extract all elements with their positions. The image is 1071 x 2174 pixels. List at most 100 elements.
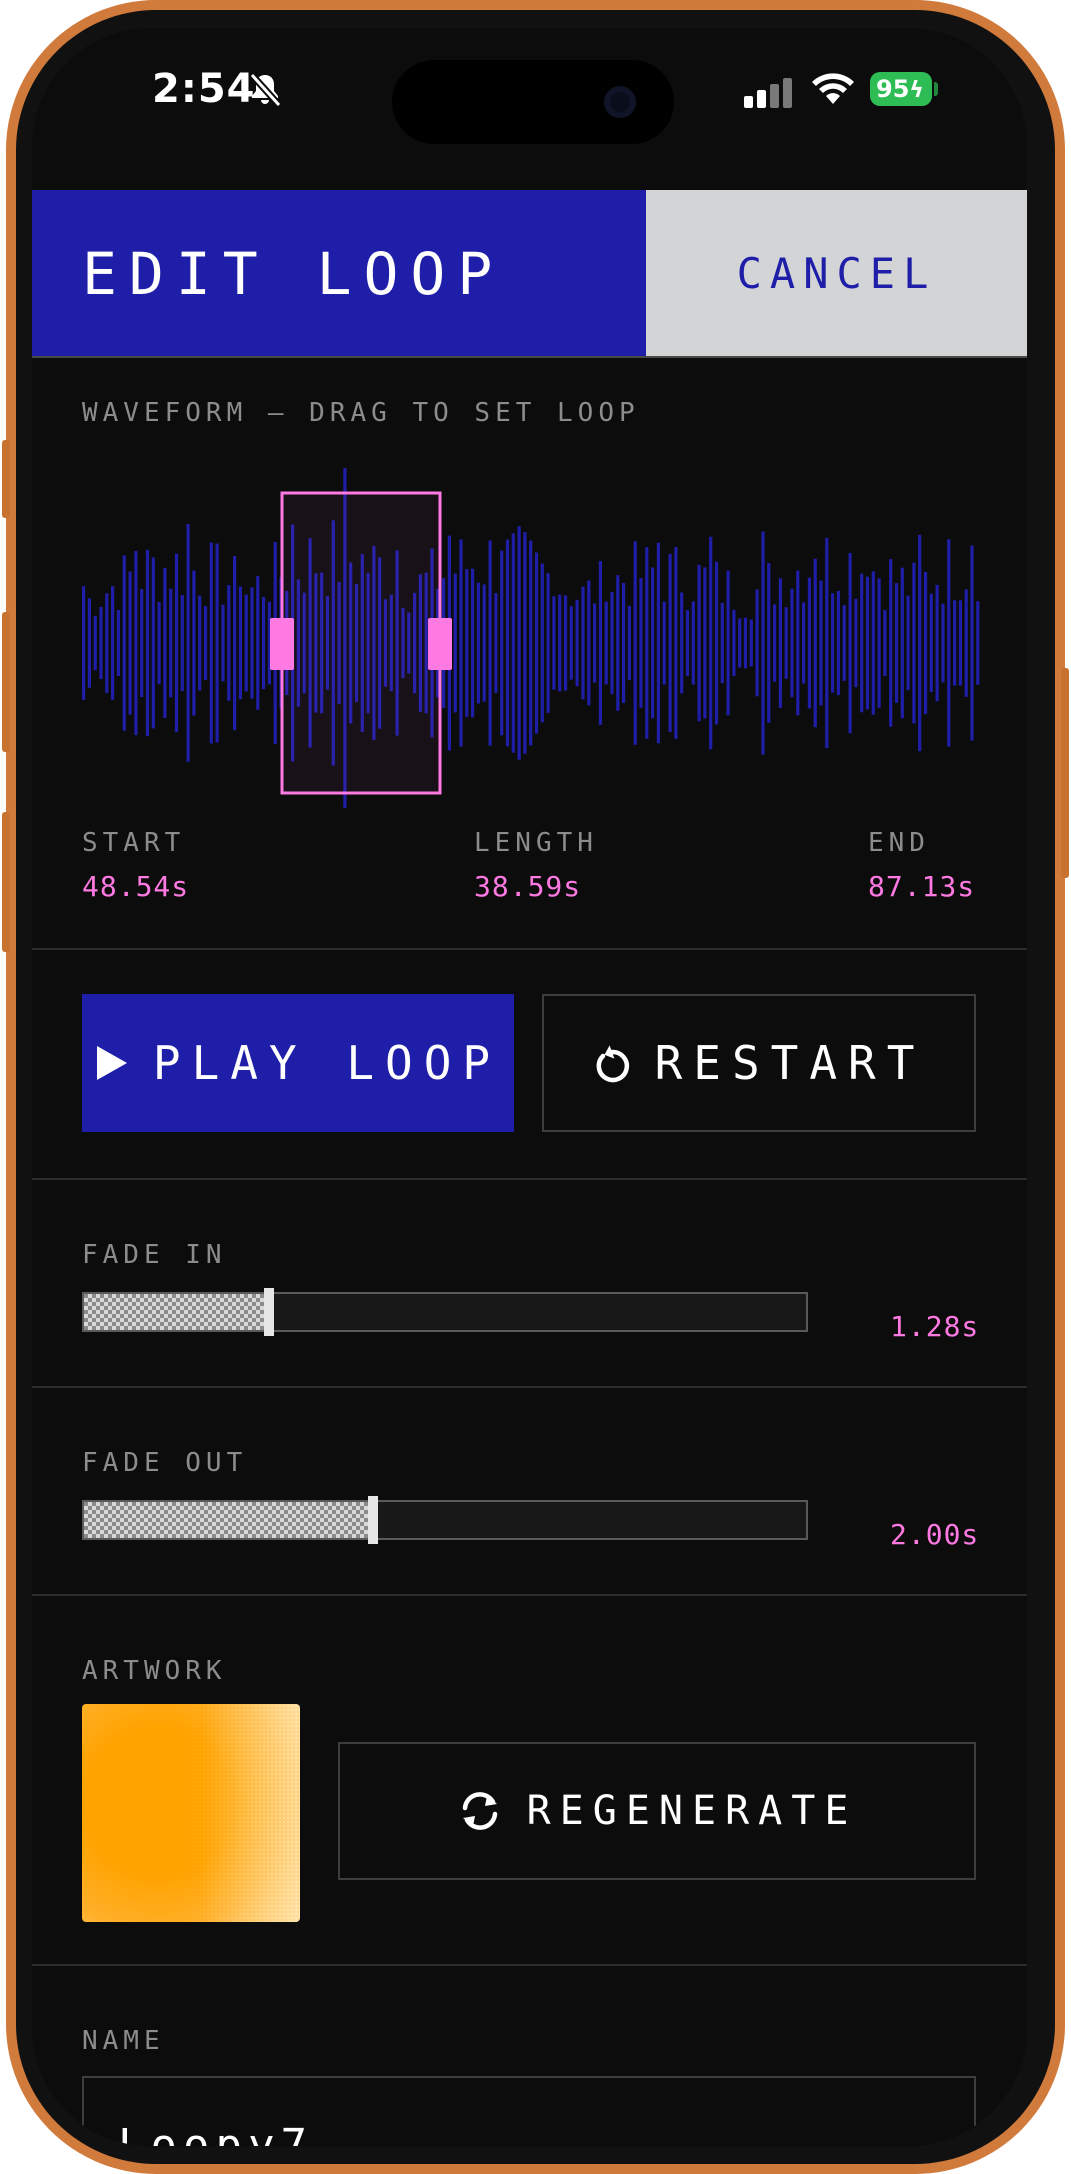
restart-icon <box>596 1045 629 1083</box>
waveform-bar <box>720 602 724 684</box>
waveform-bar <box>796 570 800 716</box>
waveform-bar <box>488 540 492 746</box>
waveform-bar <box>877 578 881 708</box>
waveform-bar <box>976 601 980 685</box>
section-divider <box>32 1964 1027 1966</box>
waveform-bar <box>453 573 457 713</box>
waveform-bar <box>494 593 498 693</box>
waveform-bar <box>953 600 957 686</box>
end-label: END <box>868 828 930 858</box>
cancel-button[interactable]: CANCEL <box>646 190 1027 356</box>
waveform-bar <box>82 586 86 700</box>
waveform-bar <box>662 601 666 685</box>
waveform-bar <box>726 570 730 716</box>
fade-in-label: FADE IN <box>82 1240 227 1270</box>
waveform-bar <box>645 547 649 739</box>
waveform-bar <box>790 588 794 698</box>
play-icon <box>96 1046 127 1080</box>
fade-out-thumb[interactable] <box>367 1496 378 1544</box>
camera-icon <box>604 86 636 118</box>
waveform-bar <box>505 539 510 747</box>
restart-label: RESTART <box>654 1036 926 1090</box>
battery-level: 95 <box>876 75 910 103</box>
waveform-bar <box>860 573 864 713</box>
play-loop-button[interactable]: PLAY LOOP <box>82 994 514 1132</box>
waveform-bar <box>122 555 126 731</box>
waveform-bar <box>500 550 504 736</box>
regenerate-label: REGENERATE <box>526 1788 858 1834</box>
start-value: 48.54s <box>82 870 190 903</box>
waveform-bar <box>778 578 782 708</box>
waveform-bar <box>773 604 777 682</box>
waveform-bar <box>593 603 597 683</box>
waveform-bar <box>221 604 225 682</box>
restart-button[interactable]: RESTART <box>542 994 976 1132</box>
fade-in-slider[interactable] <box>82 1288 808 1336</box>
waveform-bar <box>134 550 138 736</box>
waveform-bar <box>111 586 115 700</box>
waveform-bar <box>105 593 109 693</box>
waveform-bar <box>784 607 788 679</box>
volume-down-button <box>2 812 10 952</box>
waveform-bar <box>476 582 480 704</box>
waveform-bar <box>732 609 736 677</box>
waveform-bar <box>209 542 213 744</box>
waveform-bar <box>918 534 922 752</box>
waveform-bar <box>738 618 742 668</box>
waveform-bar <box>714 561 719 725</box>
length-label: LENGTH <box>474 828 598 858</box>
waveform-bar <box>93 615 97 671</box>
page-title: EDIT LOOP <box>82 240 505 308</box>
header: EDIT LOOP CANCEL <box>32 190 1027 356</box>
waveform-bar <box>802 602 806 684</box>
fade-in-fill <box>84 1294 269 1330</box>
waveform-bar <box>465 569 469 717</box>
header-divider <box>32 356 1027 358</box>
waveform-bar <box>238 586 242 700</box>
end-value: 87.13s <box>868 870 976 903</box>
waveform-bar <box>563 595 568 691</box>
waveform[interactable] <box>82 468 982 808</box>
waveform-bar <box>854 598 858 688</box>
waveform-bar <box>639 578 643 708</box>
waveform-bar <box>569 606 573 680</box>
loop-end-handle[interactable] <box>428 618 452 670</box>
waveform-bar <box>889 559 893 727</box>
waveform-bar <box>900 567 904 719</box>
waveform-bar <box>685 610 690 676</box>
waveform-bar <box>912 562 916 724</box>
waveform-bar <box>674 547 678 739</box>
waveform-bar <box>604 601 608 685</box>
artwork-image <box>82 1704 300 1922</box>
waveform-bar <box>87 598 91 688</box>
waveform-bar <box>262 596 266 690</box>
waveform-bar <box>174 553 179 733</box>
waveform-bar <box>140 589 144 697</box>
waveform-bar <box>755 589 759 697</box>
waveform-bar <box>151 557 155 729</box>
fade-out-label: FADE OUT <box>82 1448 248 1478</box>
app-screen: 2:54 95ϟ EDIT LOOP CANCEL WAVEFORM — DRA… <box>32 28 1027 2146</box>
regenerate-button[interactable]: REGENERATE <box>338 1742 976 1880</box>
name-input[interactable] <box>82 2076 976 2146</box>
waveform-bar <box>215 543 219 743</box>
waveform-bar <box>627 605 631 681</box>
waveform-bar <box>709 536 713 750</box>
fade-out-fill <box>84 1502 373 1538</box>
status-bar: 2:54 95ϟ <box>32 28 1027 168</box>
fade-in-thumb[interactable] <box>263 1288 274 1336</box>
waveform-bar <box>256 576 260 710</box>
refresh-icon <box>462 1792 497 1830</box>
waveform-bar <box>459 539 463 747</box>
fade-in-value: 1.28s <box>890 1310 980 1343</box>
waveform-bar <box>622 582 626 703</box>
loop-selection[interactable] <box>280 491 442 795</box>
waveform-bar <box>540 563 544 723</box>
charging-bolt-icon: ϟ <box>909 78 924 103</box>
waveform-bar <box>192 570 196 716</box>
waveform-bar <box>186 524 190 762</box>
waveform-bar <box>871 571 875 715</box>
waveform-bar <box>163 568 167 718</box>
fade-out-slider[interactable] <box>82 1496 808 1544</box>
loop-start-handle[interactable] <box>270 618 294 670</box>
